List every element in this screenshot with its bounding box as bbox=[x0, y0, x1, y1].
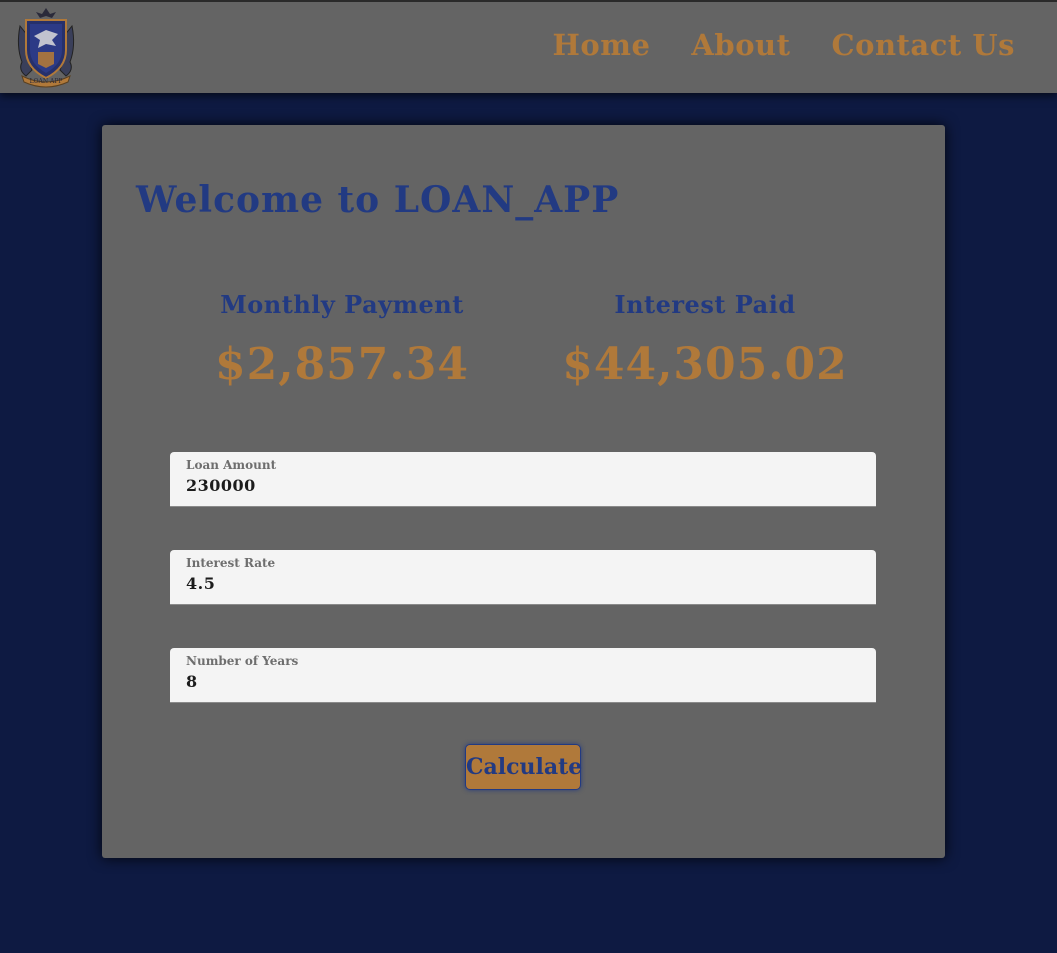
main-nav: Home About Contact Us bbox=[512, 28, 1015, 62]
loan-amount-input[interactable] bbox=[186, 476, 856, 495]
crest-logo[interactable]: LOAN APP bbox=[12, 6, 80, 88]
loan-amount-label: Loan Amount bbox=[186, 458, 277, 472]
interest-rate-field[interactable]: Interest Rate bbox=[170, 550, 876, 605]
logo-lettering: LOAN APP bbox=[30, 78, 63, 85]
nav-contact-us-link[interactable]: Contact Us bbox=[832, 28, 1015, 62]
top-navbar: LOAN APP Home About Contact Us bbox=[0, 0, 1057, 93]
monthly-payment-label: Monthly Payment bbox=[220, 290, 464, 319]
monthly-payment-stat: Monthly Payment $2,857.34 bbox=[192, 290, 492, 390]
monthly-payment-value: $2,857.34 bbox=[215, 339, 469, 390]
calculate-button[interactable]: Calculate bbox=[465, 744, 582, 790]
interest-paid-value: $44,305.02 bbox=[562, 339, 848, 390]
loan-amount-field[interactable]: Loan Amount bbox=[170, 452, 876, 507]
interest-rate-label: Interest Rate bbox=[186, 556, 276, 570]
interest-paid-stat: Interest Paid $44,305.02 bbox=[555, 290, 855, 390]
interest-paid-label: Interest Paid bbox=[614, 290, 796, 319]
number-of-years-label: Number of Years bbox=[186, 654, 299, 668]
page-title: Welcome to LOAN_APP bbox=[136, 179, 620, 221]
loan-calculator-card: Welcome to LOAN_APP Monthly Payment $2,8… bbox=[102, 125, 945, 858]
number-of-years-input[interactable] bbox=[186, 672, 856, 691]
nav-about-link[interactable]: About bbox=[691, 28, 790, 62]
interest-rate-input[interactable] bbox=[186, 574, 856, 593]
number-of-years-field[interactable]: Number of Years bbox=[170, 648, 876, 703]
nav-home-link[interactable]: Home bbox=[553, 28, 651, 62]
